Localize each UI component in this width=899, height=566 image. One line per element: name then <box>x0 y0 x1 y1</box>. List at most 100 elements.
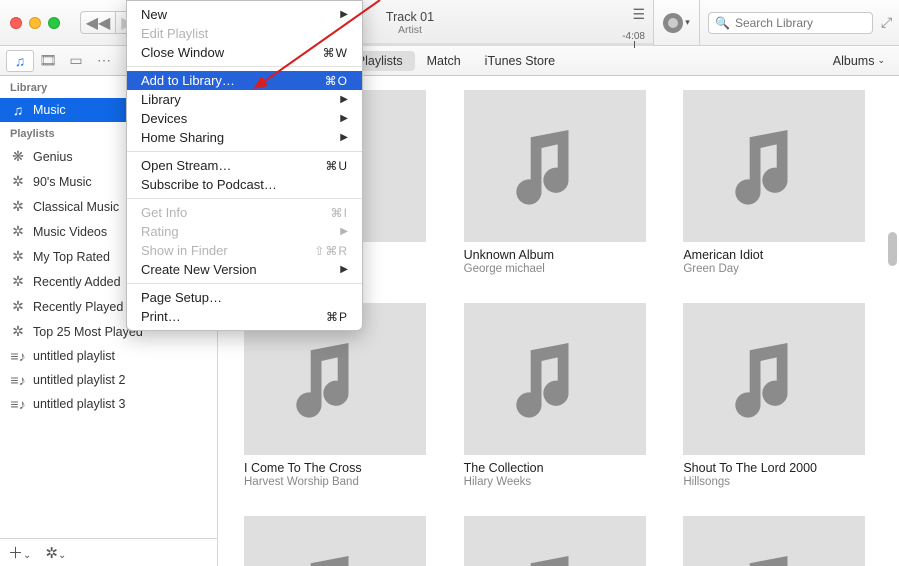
menu-devices[interactable]: Devices▶ <box>127 109 362 128</box>
music-source-icon[interactable]: ♫ <box>6 50 34 72</box>
album-art-placeholder <box>683 303 865 455</box>
menu-new[interactable]: New▶ <box>127 5 362 24</box>
album-art-placeholder <box>464 303 646 455</box>
submenu-arrow-icon: ▶ <box>340 9 348 20</box>
album-title: Shout To The Lord 2000 <box>683 461 873 475</box>
account-button[interactable]: ▾ <box>654 0 700 46</box>
sidebar-item-label: Classical Music <box>33 200 119 214</box>
menu-add-to-library[interactable]: Add to Library…⌘O <box>127 71 362 90</box>
menu-page-setup[interactable]: Page Setup… <box>127 288 362 307</box>
gear-icon: ✲ <box>10 223 26 240</box>
zoom-window-icon[interactable] <box>48 17 60 29</box>
album-artist: Hilary Weeks <box>464 476 654 488</box>
genius-icon: ❋ <box>10 148 26 165</box>
tab-itunes-store[interactable]: iTunes Store <box>473 51 567 71</box>
album-title: American Idiot <box>683 248 873 262</box>
file-menu: New▶ Edit Playlist Close Window⌘W Add to… <box>126 0 363 331</box>
movies-source-icon[interactable]: 🎞 <box>34 50 62 72</box>
sidebar-item[interactable]: ≡♪untitled playlist 2 <box>0 368 217 392</box>
sidebar-item-label: Recently Played <box>33 300 123 314</box>
album-art-placeholder <box>244 516 426 566</box>
menu-edit-playlist: Edit Playlist <box>127 24 362 43</box>
scrollbar[interactable] <box>884 76 899 566</box>
back-button[interactable]: ◀◀ <box>80 11 116 34</box>
album-art-placeholder <box>683 516 865 566</box>
sidebar-item-label: untitled playlist <box>33 349 115 363</box>
album-title: The Collection <box>464 461 654 475</box>
submenu-arrow-icon: ▶ <box>340 226 348 237</box>
tab-match[interactable]: Match <box>415 51 473 71</box>
submenu-arrow-icon: ▶ <box>340 113 348 124</box>
playlist-icon: ≡♪ <box>10 372 26 388</box>
track-title: Track 01 <box>386 10 434 24</box>
menu-separator <box>127 283 362 284</box>
submenu-arrow-icon: ▶ <box>340 132 348 143</box>
chevron-down-icon: ⌄ <box>877 55 885 66</box>
menu-home-sharing[interactable]: Home Sharing▶ <box>127 128 362 147</box>
gear-icon: ✲ <box>10 173 26 190</box>
menu-subscribe-podcast[interactable]: Subscribe to Podcast… <box>127 175 362 194</box>
chevron-down-icon: ▾ <box>685 17 690 28</box>
album-tile[interactable]: Shout To The Lord 2000Hillsongs <box>683 303 873 488</box>
gear-icon: ✲ <box>10 198 26 215</box>
album-tile[interactable]: The CollectionHilary Weeks <box>464 303 654 488</box>
menu-separator <box>127 198 362 199</box>
gear-icon: ✲ <box>10 273 26 290</box>
track-artist: Artist <box>398 24 422 36</box>
album-tile[interactable] <box>464 516 654 566</box>
album-art-placeholder <box>683 90 865 242</box>
menu-print[interactable]: Print…⌘P <box>127 307 362 326</box>
menu-get-info: Get Info⌘I <box>127 203 362 222</box>
gear-icon: ✲ <box>10 248 26 265</box>
close-window-icon[interactable] <box>10 17 22 29</box>
album-tile[interactable] <box>244 516 434 566</box>
music-note-icon: ♫ <box>10 102 26 118</box>
menu-library[interactable]: Library▶ <box>127 90 362 109</box>
sidebar-footer: ＋⌄ ✲⌄ <box>0 538 217 566</box>
menu-create-new-version[interactable]: Create New Version▶ <box>127 260 362 279</box>
scrollbar-thumb[interactable] <box>888 232 897 266</box>
view-selector-label: Albums <box>833 54 875 68</box>
sidebar-item[interactable]: ≡♪ untitled playlist <box>0 344 217 368</box>
sidebar-item-label: Genius <box>33 150 73 164</box>
album-art-placeholder <box>464 90 646 242</box>
menu-open-stream[interactable]: Open Stream…⌘U <box>127 156 362 175</box>
menu-separator <box>127 151 362 152</box>
album-title: I Come To The Cross <box>244 461 434 475</box>
submenu-arrow-icon: ▶ <box>340 94 348 105</box>
minimize-window-icon[interactable] <box>29 17 41 29</box>
window-controls <box>0 17 60 29</box>
playlist-settings-button[interactable]: ✲⌄ <box>45 544 66 562</box>
fullscreen-icon[interactable]: ⤢ <box>881 14 899 31</box>
menu-separator <box>127 66 362 67</box>
up-next-icon[interactable]: ☰ <box>632 6 645 23</box>
album-title: Unknown Album <box>464 248 654 262</box>
search-field[interactable]: 🔍 <box>708 12 873 34</box>
sidebar-item-label: untitled playlist 3 <box>33 397 125 411</box>
view-selector[interactable]: Albums ⌄ <box>833 54 885 68</box>
avatar-icon <box>663 13 683 33</box>
search-icon: 🔍 <box>715 16 730 30</box>
album-artist: Hillsongs <box>683 476 873 488</box>
album-tile[interactable]: Unknown AlbumGeorge michael <box>464 90 654 275</box>
album-artist: George michael <box>464 263 654 275</box>
gear-icon: ✲ <box>10 323 26 340</box>
menu-rating: Rating▶ <box>127 222 362 241</box>
more-sources-icon[interactable]: ⋯ <box>90 50 118 72</box>
menu-show-in-finder: Show in Finder⇧⌘R <box>127 241 362 260</box>
playlist-icon: ≡♪ <box>10 348 26 364</box>
tv-source-icon[interactable]: ▭ <box>62 50 90 72</box>
album-tile[interactable] <box>683 516 873 566</box>
album-art-placeholder <box>464 516 646 566</box>
album-artist: Green Day <box>683 263 873 275</box>
submenu-arrow-icon: ▶ <box>340 264 348 275</box>
search-input[interactable] <box>735 16 890 30</box>
album-tile[interactable]: American IdiotGreen Day <box>683 90 873 275</box>
add-playlist-button[interactable]: ＋⌄ <box>8 542 31 563</box>
sidebar-item[interactable]: ≡♪ untitled playlist 3 <box>0 392 217 416</box>
media-kind-switcher: ♫ 🎞 ▭ ⋯ <box>0 50 118 72</box>
menu-close-window[interactable]: Close Window⌘W <box>127 43 362 62</box>
sidebar-item-label: Music Videos <box>33 225 107 239</box>
sidebar-item-label: My Top Rated <box>33 250 110 264</box>
playlist-icon: ≡♪ <box>10 396 26 412</box>
